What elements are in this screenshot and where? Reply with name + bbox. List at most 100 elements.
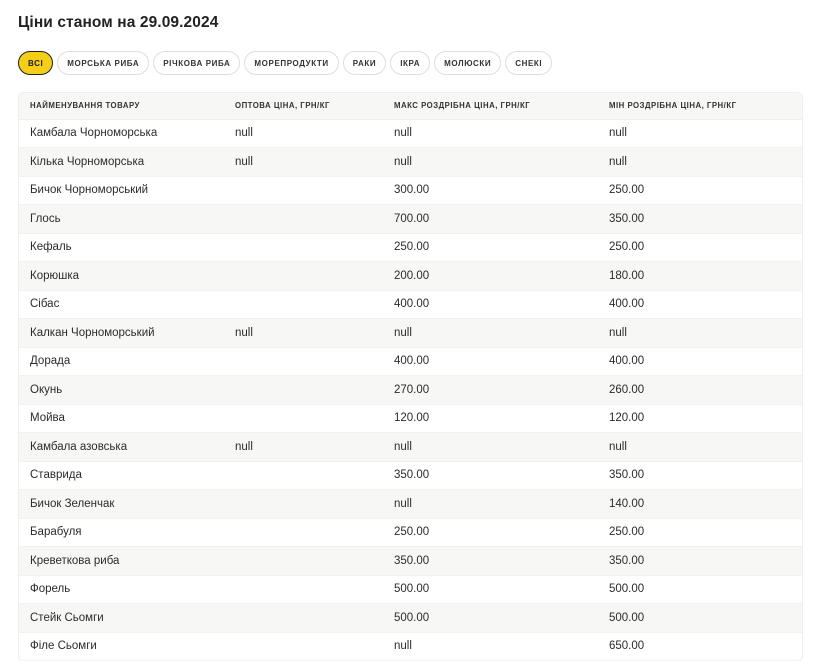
cell-product-name: Камбала Чорноморська bbox=[19, 119, 224, 148]
table-row: Калкан Чорноморський null null null bbox=[19, 318, 802, 348]
cell-product-name: Ставрида bbox=[19, 461, 224, 490]
col-header-min-retail: Мін роздрібна ціна, грн/кг bbox=[598, 93, 802, 120]
cell-product-name: Кефаль bbox=[19, 233, 224, 262]
cell-max-retail-price: 400.00 bbox=[383, 347, 598, 376]
cell-wholesale-price bbox=[224, 290, 383, 319]
cell-max-retail-price: 200.00 bbox=[383, 261, 598, 291]
cell-min-retail-price: 650.00 bbox=[598, 632, 802, 661]
filter-chip[interactable]: Ікра bbox=[390, 51, 431, 75]
cell-max-retail-price: null bbox=[383, 318, 598, 348]
cell-min-retail-price: 180.00 bbox=[598, 261, 802, 291]
cell-wholesale-price bbox=[224, 489, 383, 519]
cell-max-retail-price: null bbox=[383, 147, 598, 177]
filter-chip[interactable]: Всі bbox=[18, 51, 54, 75]
cell-max-retail-price: null bbox=[383, 119, 598, 148]
cell-wholesale-price bbox=[224, 176, 383, 205]
col-header-product: Найменування товару bbox=[19, 93, 224, 120]
cell-max-retail-price: 350.00 bbox=[383, 546, 598, 576]
cell-min-retail-price: 350.00 bbox=[598, 546, 802, 576]
table-row: Форель 500.00 500.00 bbox=[19, 575, 802, 604]
table-row: Бичок Зеленчак null 140.00 bbox=[19, 489, 802, 519]
cell-wholesale-price bbox=[224, 518, 383, 547]
cell-product-name: Стейк Сьомги bbox=[19, 603, 224, 633]
cell-min-retail-price: 350.00 bbox=[598, 461, 802, 490]
table-row: Камбала Чорноморська null null null bbox=[19, 119, 802, 148]
cell-min-retail-price: 120.00 bbox=[598, 404, 802, 433]
cell-wholesale-price bbox=[224, 204, 383, 234]
cell-min-retail-price: 250.00 bbox=[598, 233, 802, 262]
cell-product-name: Корюшка bbox=[19, 261, 224, 291]
cell-max-retail-price: null bbox=[383, 432, 598, 462]
table-row: Окунь 270.00 260.00 bbox=[19, 375, 802, 405]
table-row: Ставрида 350.00 350.00 bbox=[19, 461, 802, 490]
table-row: Камбала азовська null null null bbox=[19, 432, 802, 462]
cell-min-retail-price: 250.00 bbox=[598, 176, 802, 205]
filter-chip[interactable]: Річкова риба bbox=[153, 51, 241, 75]
filter-chip[interactable]: Снекі bbox=[505, 51, 553, 75]
table-row: Креветкова риба 350.00 350.00 bbox=[19, 546, 802, 576]
page-title: Ціни станом на 29.09.2024 bbox=[18, 14, 219, 31]
cell-wholesale-price bbox=[224, 603, 383, 633]
cell-min-retail-price: 500.00 bbox=[598, 603, 802, 633]
cell-max-retail-price: 400.00 bbox=[383, 290, 598, 319]
cell-wholesale-price: null bbox=[224, 432, 383, 462]
cell-min-retail-price: null bbox=[598, 318, 802, 348]
cell-wholesale-price bbox=[224, 575, 383, 604]
table-row: Дорада 400.00 400.00 bbox=[19, 347, 802, 376]
table-row: Барабуля 250.00 250.00 bbox=[19, 518, 802, 547]
cell-product-name: Барабуля bbox=[19, 518, 224, 547]
cell-wholesale-price: null bbox=[224, 318, 383, 348]
cell-wholesale-price bbox=[224, 546, 383, 576]
table-row: Бичок Чорноморський 300.00 250.00 bbox=[19, 176, 802, 205]
cell-wholesale-price bbox=[224, 632, 383, 661]
cell-max-retail-price: 500.00 bbox=[383, 575, 598, 604]
filter-chip[interactable]: Молюски bbox=[434, 51, 502, 75]
cell-wholesale-price bbox=[224, 233, 383, 262]
table-row: Глось 700.00 350.00 bbox=[19, 204, 802, 234]
cell-product-name: Камбала азовська bbox=[19, 432, 224, 462]
cell-product-name: Бичок Чорноморський bbox=[19, 176, 224, 205]
cell-product-name: Філе Сьомги bbox=[19, 632, 224, 661]
cell-max-retail-price: 120.00 bbox=[383, 404, 598, 433]
cell-max-retail-price: 270.00 bbox=[383, 375, 598, 405]
table-row: Філе Сьомги null 650.00 bbox=[19, 632, 802, 661]
cell-product-name: Бичок Зеленчак bbox=[19, 489, 224, 519]
cell-max-retail-price: null bbox=[383, 632, 598, 661]
price-table-container: Найменування товару Оптова ціна, грн/кг … bbox=[18, 92, 803, 661]
cell-product-name: Калкан Чорноморський bbox=[19, 318, 224, 348]
col-header-max-retail: Макс роздрібна ціна, грн/кг bbox=[383, 93, 598, 120]
cell-max-retail-price: 250.00 bbox=[383, 518, 598, 547]
table-row: Кефаль 250.00 250.00 bbox=[19, 233, 802, 262]
cell-product-name: Форель bbox=[19, 575, 224, 604]
table-row: Кілька Чорноморська null null null bbox=[19, 147, 802, 177]
cell-product-name: Дорада bbox=[19, 347, 224, 376]
cell-min-retail-price: 350.00 bbox=[598, 204, 802, 234]
filter-chip[interactable]: Морепродукти bbox=[244, 51, 339, 75]
cell-max-retail-price: 350.00 bbox=[383, 461, 598, 490]
table-row: Корюшка 200.00 180.00 bbox=[19, 261, 802, 291]
cell-max-retail-price: 700.00 bbox=[383, 204, 598, 234]
cell-product-name: Окунь bbox=[19, 375, 224, 405]
cell-wholesale-price bbox=[224, 261, 383, 291]
cell-min-retail-price: 250.00 bbox=[598, 518, 802, 547]
table-row: Мойва 120.00 120.00 bbox=[19, 404, 802, 433]
cell-wholesale-price bbox=[224, 375, 383, 405]
cell-max-retail-price: 500.00 bbox=[383, 603, 598, 633]
price-page: Ціни станом на 29.09.2024 Всі Морська риб… bbox=[0, 0, 834, 661]
cell-wholesale-price bbox=[224, 347, 383, 376]
cell-wholesale-price: null bbox=[224, 147, 383, 177]
cell-min-retail-price: 140.00 bbox=[598, 489, 802, 519]
cell-product-name: Креветкова риба bbox=[19, 546, 224, 576]
cell-min-retail-price: 400.00 bbox=[598, 347, 802, 376]
cell-min-retail-price: null bbox=[598, 119, 802, 148]
table-header-row: Найменування товару Оптова ціна, грн/кг … bbox=[19, 93, 802, 120]
cell-wholesale-price bbox=[224, 404, 383, 433]
price-table: Найменування товару Оптова ціна, грн/кг … bbox=[19, 93, 802, 661]
cell-min-retail-price: 500.00 bbox=[598, 575, 802, 604]
table-row: Стейк Сьомги 500.00 500.00 bbox=[19, 603, 802, 633]
category-filter-bar: Всі Морська риба Річкова риба Морепродукти Р… bbox=[18, 51, 553, 75]
filter-chip[interactable]: Раки bbox=[342, 51, 387, 75]
filter-chip[interactable]: Морська риба bbox=[57, 51, 150, 75]
cell-max-retail-price: null bbox=[383, 489, 598, 519]
cell-min-retail-price: 260.00 bbox=[598, 375, 802, 405]
